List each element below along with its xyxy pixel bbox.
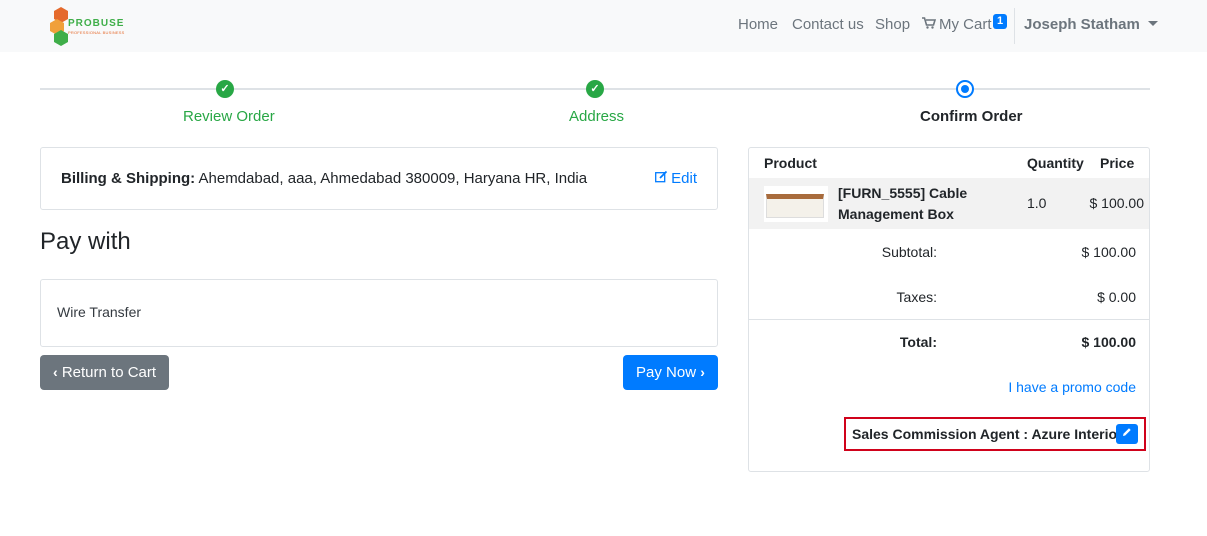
taxes-label: Taxes: <box>896 289 937 305</box>
subtotal-value: $ 100.00 <box>1081 244 1137 260</box>
sales-commission-agent-highlight: Sales Commission Agent : Azure Interior <box>844 417 1146 451</box>
chevron-down-icon <box>1147 21 1158 26</box>
nav-shop-link[interactable]: Shop <box>875 16 910 33</box>
header-product: Product <box>764 155 817 171</box>
payment-method-card[interactable]: Wire Transfer <box>40 279 718 347</box>
step-confirm-order: Confirm Order <box>920 108 1023 125</box>
user-name: Joseph Statham <box>1024 16 1140 33</box>
pay-now-button[interactable]: Pay Now › <box>623 355 718 390</box>
edit-icon <box>655 170 668 186</box>
summary-divider <box>749 319 1149 320</box>
header-quantity: Quantity <box>1027 155 1084 171</box>
order-line-row: [FURN_5555] Cable Management Box 1.0 $ 1… <box>749 178 1149 229</box>
payment-method-wire-transfer[interactable]: Wire Transfer <box>57 304 141 320</box>
step-review-done-icon: ✓ <box>216 80 234 98</box>
company-logo[interactable]: PROBUSE PROFESSIONAL BUSINESS <box>50 6 140 46</box>
shopping-cart-icon <box>922 17 937 32</box>
edit-address-link[interactable]: Edit <box>655 170 697 187</box>
total-label: Total: <box>899 334 937 350</box>
edit-agent-pencil-icon[interactable] <box>1116 424 1138 444</box>
step-address[interactable]: Address <box>569 108 624 125</box>
pay-now-label: Pay Now <box>636 364 697 381</box>
product-price: $ 100.00 <box>1089 195 1145 211</box>
step-review-order[interactable]: Review Order <box>183 108 275 125</box>
navbar: PROBUSE PROFESSIONAL BUSINESS Home Conta… <box>0 0 1207 52</box>
billing-address-value: Ahemdabad, aaa, Ahmedabad 380009, Haryan… <box>198 170 588 187</box>
subtotal-label: Subtotal: <box>881 244 937 260</box>
cart-count-badge: 1 <box>993 14 1008 29</box>
promo-code-link[interactable]: I have a promo code <box>1008 379 1136 395</box>
cart-label: My Cart <box>939 16 992 33</box>
step-address-done-icon: ✓ <box>586 80 604 98</box>
logo-subtitle: PROFESSIONAL BUSINESS <box>68 30 125 35</box>
total-value: $ 100.00 <box>1081 334 1137 350</box>
product-quantity: 1.0 <box>1027 195 1047 211</box>
chevron-left-icon: ‹ <box>53 364 58 380</box>
product-name[interactable]: [FURN_5555] Cable Management Box <box>838 183 998 225</box>
user-menu[interactable]: Joseph Statham <box>1024 16 1158 33</box>
nav-home-link[interactable]: Home <box>738 16 778 33</box>
pay-with-heading: Pay with <box>40 228 131 255</box>
product-image[interactable] <box>764 186 828 222</box>
nav-divider <box>1014 8 1015 44</box>
edit-label: Edit <box>671 170 697 187</box>
step-confirm-current-icon <box>956 80 974 98</box>
chevron-right-icon: › <box>700 364 705 380</box>
taxes-value: $ 0.00 <box>1097 289 1136 305</box>
billing-address: Billing & Shipping: Ahemdabad, aaa, Ahme… <box>61 170 587 187</box>
order-summary-card: Product Quantity Price [FURN_5555] Cable… <box>748 147 1150 472</box>
return-to-cart-button[interactable]: ‹ Return to Cart <box>40 355 170 390</box>
nav-cart-link[interactable]: My Cart <box>922 16 992 33</box>
header-price: Price <box>1100 155 1135 171</box>
logo-text: PROBUSE <box>68 18 125 29</box>
return-to-cart-label: Return to Cart <box>61 364 157 381</box>
billing-shipping-card: Billing & Shipping: Ahemdabad, aaa, Ahme… <box>40 147 718 210</box>
sales-commission-agent: Sales Commission Agent : Azure Interior <box>852 426 1123 442</box>
billing-label: Billing & Shipping: <box>61 170 196 187</box>
nav-contact-link[interactable]: Contact us <box>792 16 864 33</box>
